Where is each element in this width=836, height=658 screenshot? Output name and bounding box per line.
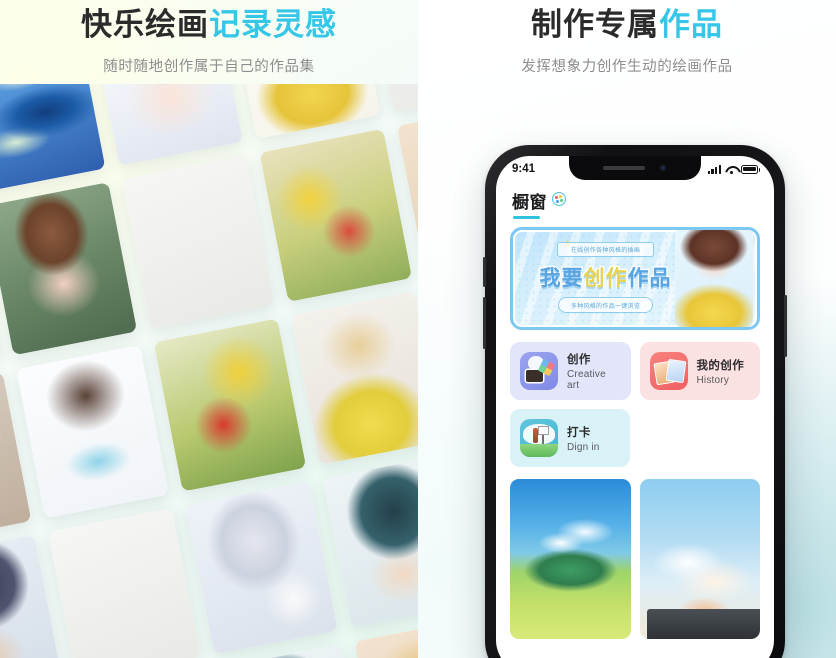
artwork-thumbnail xyxy=(0,84,106,193)
feature-card-sign-in[interactable]: 打卡 Dign in xyxy=(510,409,630,467)
easel-painter-icon xyxy=(520,419,558,457)
banner-title-emphasis: 创作 xyxy=(582,266,628,292)
feature-card-title: 打卡 xyxy=(567,426,591,439)
feature-card-labels: 我的创作 History xyxy=(697,357,745,386)
app-title: 橱窗 xyxy=(512,193,547,212)
feature-card-creative-art[interactable]: 创作 Creative art xyxy=(510,342,631,400)
app-store-screenshot-pair: 快乐绘画记录灵感 随时随地创作属于自己的作品集 制作专属作品 发挥想象力创作生动… xyxy=(0,0,836,658)
status-bar-indicators xyxy=(707,164,761,174)
promo-banner[interactable]: 在线创作各种风格的插画 我要创作作品 多种风格的作品一键浏览 >>>>>>>> xyxy=(510,227,760,330)
right-headline: 制作专属作品 xyxy=(418,0,836,45)
active-tab-underline xyxy=(513,216,540,219)
banner-ribbon-text: 在线创作各种风格的插画 xyxy=(556,242,655,257)
phone-screen: 9:41 橱窗 在线创作各种风格的插画 我要创作作品 多种风格的作品一键浏览 创… xyxy=(496,156,774,658)
left-headline-highlight: 记录灵感 xyxy=(209,7,337,42)
collage-tile[interactable] xyxy=(259,128,413,302)
left-headline-plain: 快乐绘画 xyxy=(81,7,209,42)
artwork-thumbnail xyxy=(291,291,418,465)
collage-tile[interactable] xyxy=(47,508,201,658)
collage-tile[interactable] xyxy=(0,182,138,356)
feature-card-subtitle: Dign in xyxy=(567,441,600,453)
artwork-thumbnail xyxy=(121,155,275,329)
app-tab-showcase[interactable]: 橱窗 xyxy=(512,188,547,219)
banner-subtitle: 多种风格的作品一键浏览 xyxy=(557,297,654,313)
feature-card-labels: 创作 Creative art xyxy=(567,351,621,391)
feature-card-subtitle: History xyxy=(696,374,730,386)
right-headline-highlight: 作品 xyxy=(659,7,723,42)
collage-tile[interactable] xyxy=(16,345,169,519)
wifi-icon xyxy=(725,165,737,174)
right-subhead: 发挥想象力创作生动的绘画作品 xyxy=(521,58,733,75)
collage-tile[interactable] xyxy=(153,318,307,492)
artwork-gallery: 创作你的专属作品 xyxy=(496,467,774,639)
collage-tile[interactable] xyxy=(121,155,275,329)
banner-title: 我要创作作品 xyxy=(538,262,672,292)
artwork-thumbnail xyxy=(0,182,138,356)
left-promo-panel: 快乐绘画记录灵感 随时随地创作属于自己的作品集 xyxy=(0,0,418,658)
banner-title-part-1: 我要 xyxy=(538,266,584,292)
gallery-item[interactable] xyxy=(639,479,760,639)
feature-card-list: 创作 Creative art 我的创作 History 打卡 Dign in xyxy=(496,330,774,467)
artwork-thumbnail xyxy=(90,84,243,166)
photo-stack-icon xyxy=(649,352,688,390)
right-headline-plain: 制作专属 xyxy=(531,7,659,42)
rooftop-illustration xyxy=(646,609,760,639)
phone-power-button[interactable] xyxy=(784,295,787,357)
palette-icon xyxy=(552,192,566,206)
feature-card-title: 我的创作 xyxy=(696,359,745,372)
artwork-thumbnail xyxy=(16,345,169,519)
right-promo-panel: 制作专属作品 发挥想象力创作生动的绘画作品 9:41 橱窗 在线创作各种风格的插… xyxy=(418,0,836,658)
feature-card-history[interactable]: 我的创作 History xyxy=(639,342,760,400)
artwork-thumbnail xyxy=(47,508,201,658)
status-bar-time: 9:41 xyxy=(512,163,536,175)
artwork-thumbnail xyxy=(153,318,307,492)
status-bar: 9:41 xyxy=(496,156,774,182)
feature-card-labels: 打卡 Dign in xyxy=(567,424,600,453)
collage-grid xyxy=(0,84,418,658)
cellular-signal-icon xyxy=(707,164,721,174)
feature-card-title: 创作 xyxy=(567,354,591,366)
artwork-thumbnail xyxy=(185,481,339,655)
collage-tile[interactable] xyxy=(227,84,381,140)
collage-tile[interactable] xyxy=(322,454,418,628)
collage-tile[interactable] xyxy=(0,84,106,193)
collage-tile[interactable] xyxy=(185,481,339,655)
artwork-collage xyxy=(0,84,418,658)
banner-text-block: 在线创作各种风格的插画 我要创作作品 多种风格的作品一键浏览 xyxy=(523,242,688,313)
collage-tile[interactable] xyxy=(291,291,418,465)
battery-icon xyxy=(741,164,761,174)
left-headline: 快乐绘画记录灵感 xyxy=(0,0,418,45)
art-supplies-icon xyxy=(520,352,558,390)
artwork-thumbnail xyxy=(322,454,418,628)
artwork-thumbnail xyxy=(227,84,381,140)
phone-mockup: 9:41 橱窗 在线创作各种风格的插画 我要创作作品 多种风格的作品一键浏览 创… xyxy=(483,145,787,658)
feature-card-subtitle: Creative art xyxy=(567,369,606,391)
collage-tile[interactable] xyxy=(90,84,243,166)
banner-character-illustration xyxy=(675,230,753,327)
artwork-thumbnail xyxy=(259,128,413,302)
left-subhead: 随时随地创作属于自己的作品集 xyxy=(103,58,315,75)
banner-title-part-2: 作品 xyxy=(626,266,672,292)
app-header: 橱窗 xyxy=(496,182,774,219)
gallery-item[interactable]: 创作你的专属作品 xyxy=(510,479,631,639)
